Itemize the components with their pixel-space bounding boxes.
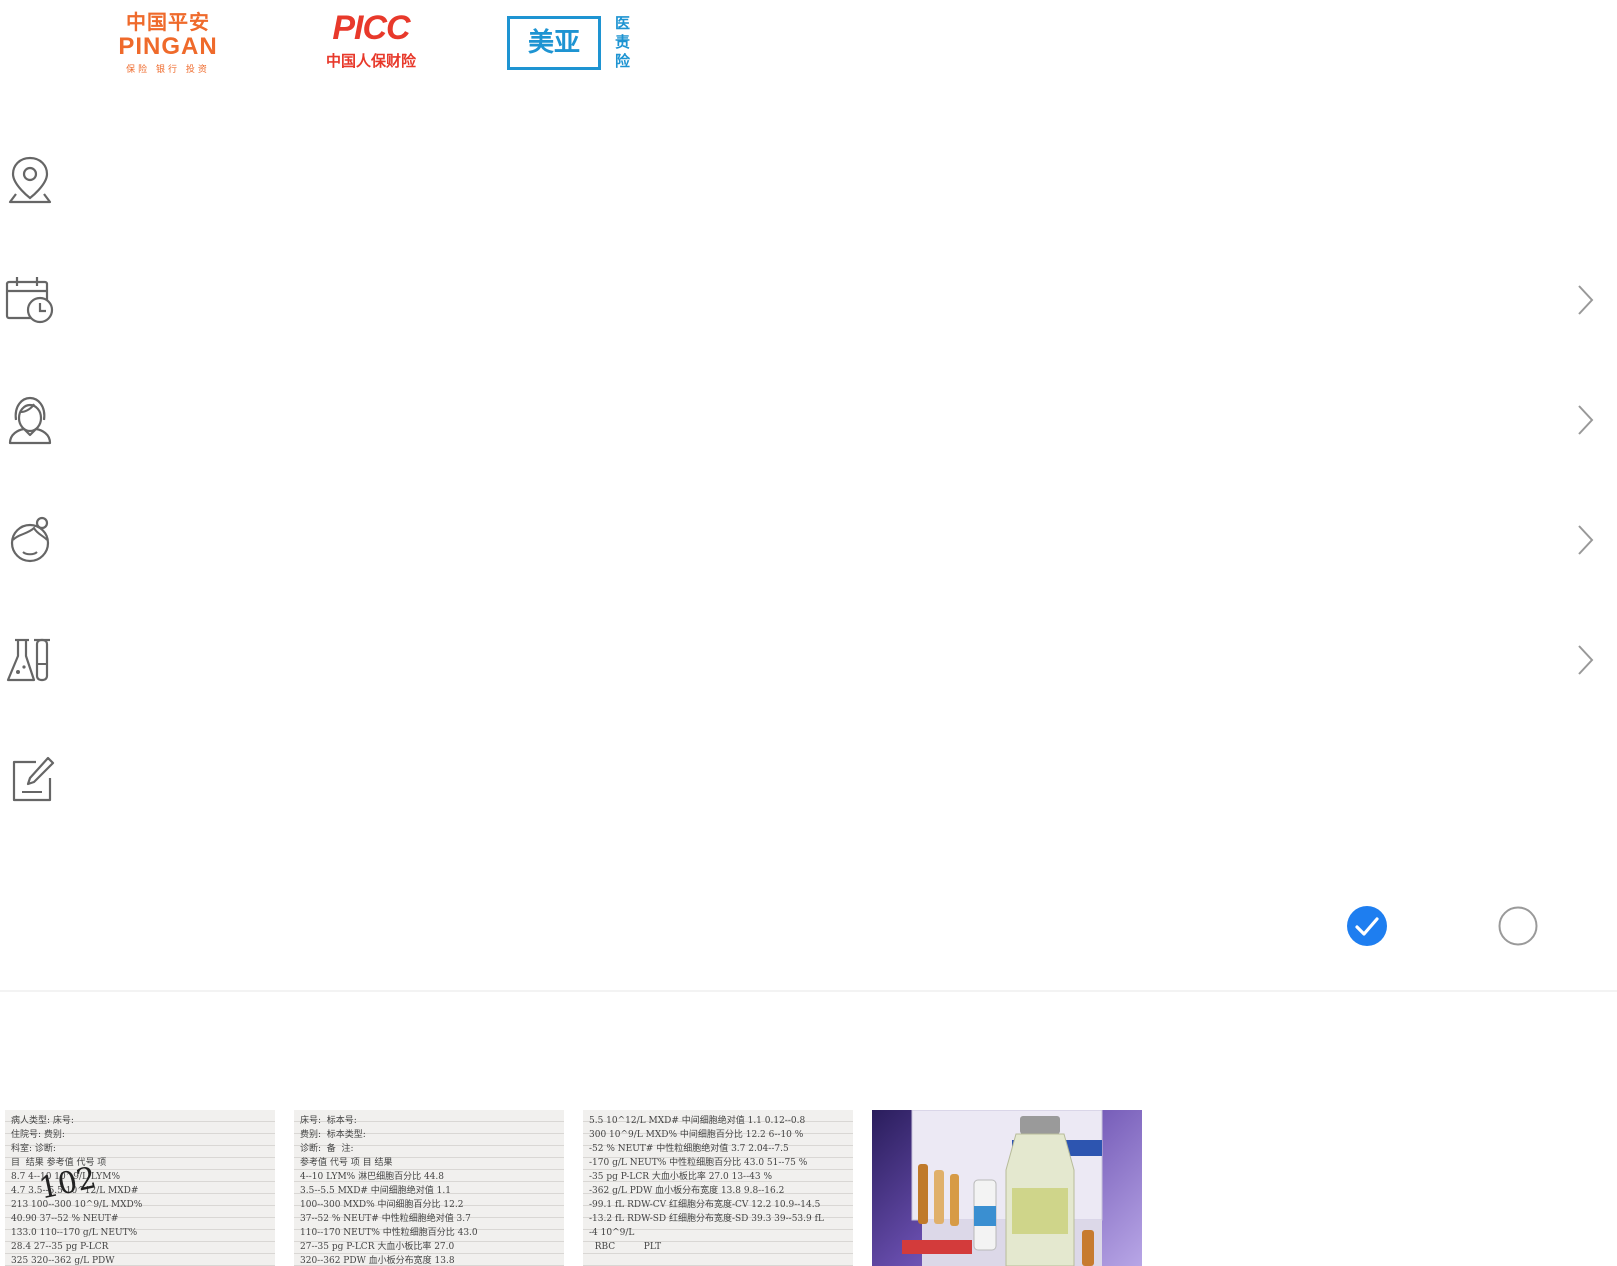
lab-flask-icon [6,638,50,682]
option-unselected-radio[interactable] [1498,906,1538,946]
chevron-right-icon [1578,525,1594,555]
pingan-logo: 中国平安 PINGAN 保险 银行 投资 [118,10,218,75]
doctor-row[interactable] [0,364,1617,484]
location-pin-icon [8,156,52,204]
edit-note-icon [12,756,55,802]
chevron-right-icon [1578,645,1594,675]
female-doctor-icon [8,396,52,445]
attachment-thumbnail[interactable]: 病人类型: 床号: 住院号: 费别: 科室: 诊断: 目 结果 参考值 代号 项… [5,1110,275,1266]
chevron-right-icon [1578,285,1594,315]
option-selected-radio[interactable] [1347,906,1387,946]
patient-row[interactable] [0,484,1617,604]
lab-row[interactable] [0,604,1617,724]
location-row[interactable] [0,124,1617,244]
calendar-clock-icon [5,277,54,324]
attachment-thumbnail[interactable] [872,1110,1142,1266]
child-face-icon [10,516,50,563]
attachment-thumbnail[interactable]: 床号: 标本号: 费别: 标本类型: 诊断: 备 注: 参考值 代号 项 目 结… [294,1110,564,1266]
attachment-thumbnail[interactable]: 5.5 10^12/L MXD# 中间细胞绝对值 1.1 0.12--0.8 3… [583,1110,853,1266]
notes-row[interactable] [0,724,1617,844]
section-divider [0,990,1617,992]
insurer-logos: 中国平安 PINGAN 保险 银行 投资 PICC 中国人保财险 美亚 医责险 [118,9,631,75]
medication-photo [902,1110,1103,1266]
schedule-row[interactable] [0,244,1617,364]
chevron-right-icon [1578,405,1594,435]
picc-logo: PICC 中国人保财险 [325,9,416,70]
